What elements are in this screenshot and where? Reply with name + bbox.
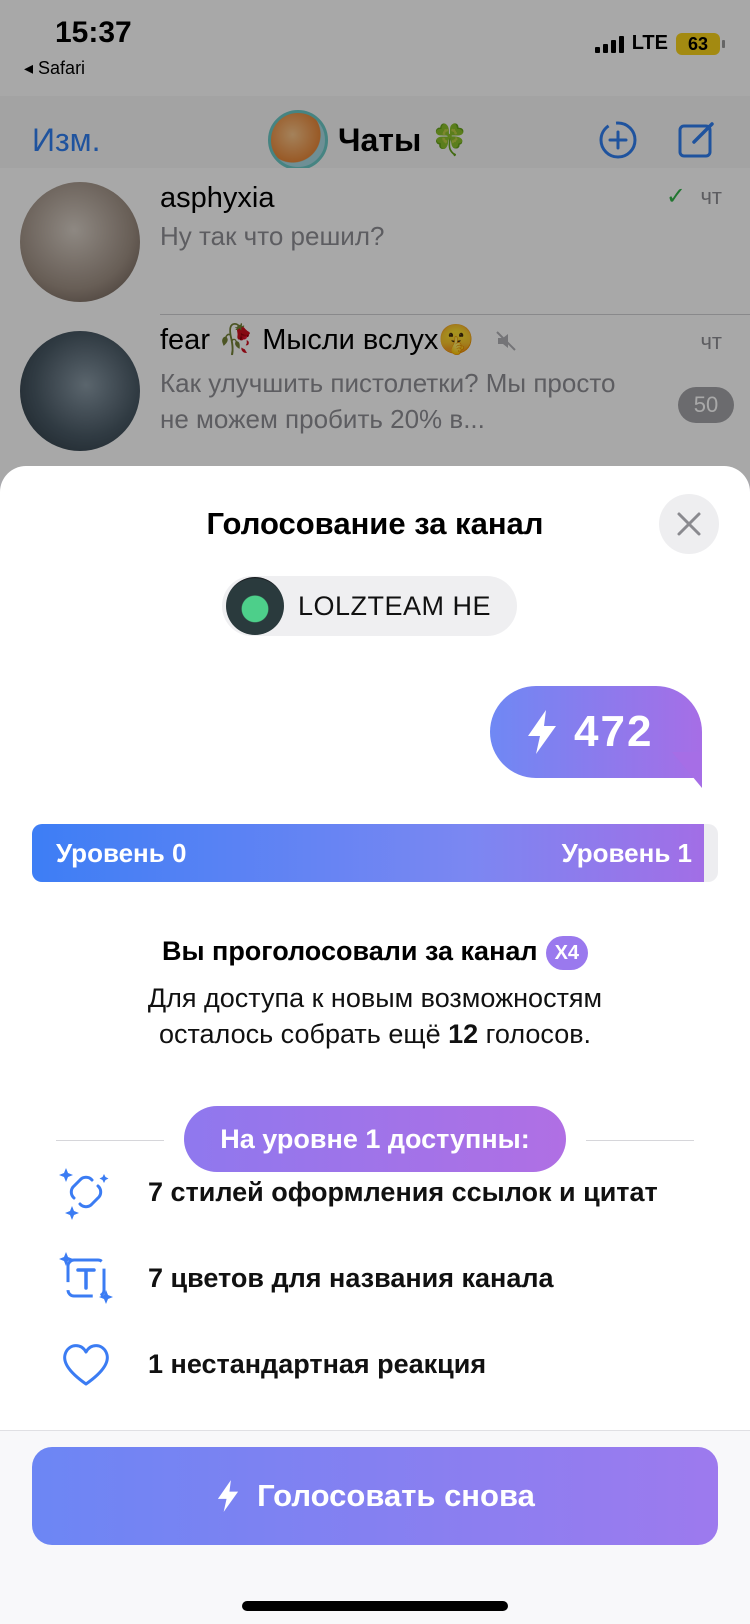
boost-info: Для доступа к новым возможностям осталос… [0,980,750,1052]
home-indicator[interactable] [242,1601,508,1611]
remaining-votes-count: 12 [448,1019,479,1049]
lightning-icon [218,1480,239,1512]
boost-count: 472 [574,707,654,756]
divider [586,1140,694,1141]
feature-item: 7 цветов для названия канала [56,1248,746,1308]
boost-count-bubble: 472 [490,686,702,778]
voted-text: Вы проголосовали за канал [161,936,538,967]
channel-avatar [226,577,284,635]
info-line-1: Для доступа к новым возможностям [147,983,603,1013]
vote-again-label: Голосовать снова [257,1478,535,1513]
feature-item: 7 стилей оформления ссылок и цитат [56,1162,746,1222]
bubble-tail [672,752,702,788]
feature-label: 1 нестандартная реакция [148,1348,487,1379]
divider [56,1140,164,1141]
sheet-footer: Голосовать снова [0,1430,750,1624]
info-suffix: голосов. [478,1019,592,1049]
text-color-sparkle-icon [59,1252,113,1304]
info-line-2: осталось собрать ещё 12 голосов. [0,1016,750,1052]
vote-again-button[interactable]: Голосовать снова [32,1447,718,1545]
close-icon [677,512,701,536]
close-button[interactable] [659,494,719,554]
channel-chip[interactable]: LOLZTEAM HE [222,576,518,636]
lightning-icon [528,710,556,754]
multiplier-badge: X4 [545,936,589,970]
current-level-label: Уровень 0 [56,838,187,868]
info-prefix: осталось собрать ещё [158,1019,449,1049]
feature-label: 7 стилей оформления ссылок и цитат [148,1176,658,1207]
dim-overlay[interactable] [0,0,750,480]
voted-status: Вы проголосовали за канал X4 [0,936,750,970]
channel-name: LOLZTEAM HE [298,590,492,621]
level-progress-bar: Уровень 0 Уровень 1 [32,824,718,882]
sheet-title: Голосование за канал [206,506,544,541]
feature-item: 1 нестандартная реакция [56,1334,746,1394]
link-sparkle-icon [59,1168,109,1220]
next-level-label: Уровень 1 [561,838,692,868]
feature-label: 7 цветов для названия канала [148,1262,554,1293]
heart-icon [63,1344,109,1386]
